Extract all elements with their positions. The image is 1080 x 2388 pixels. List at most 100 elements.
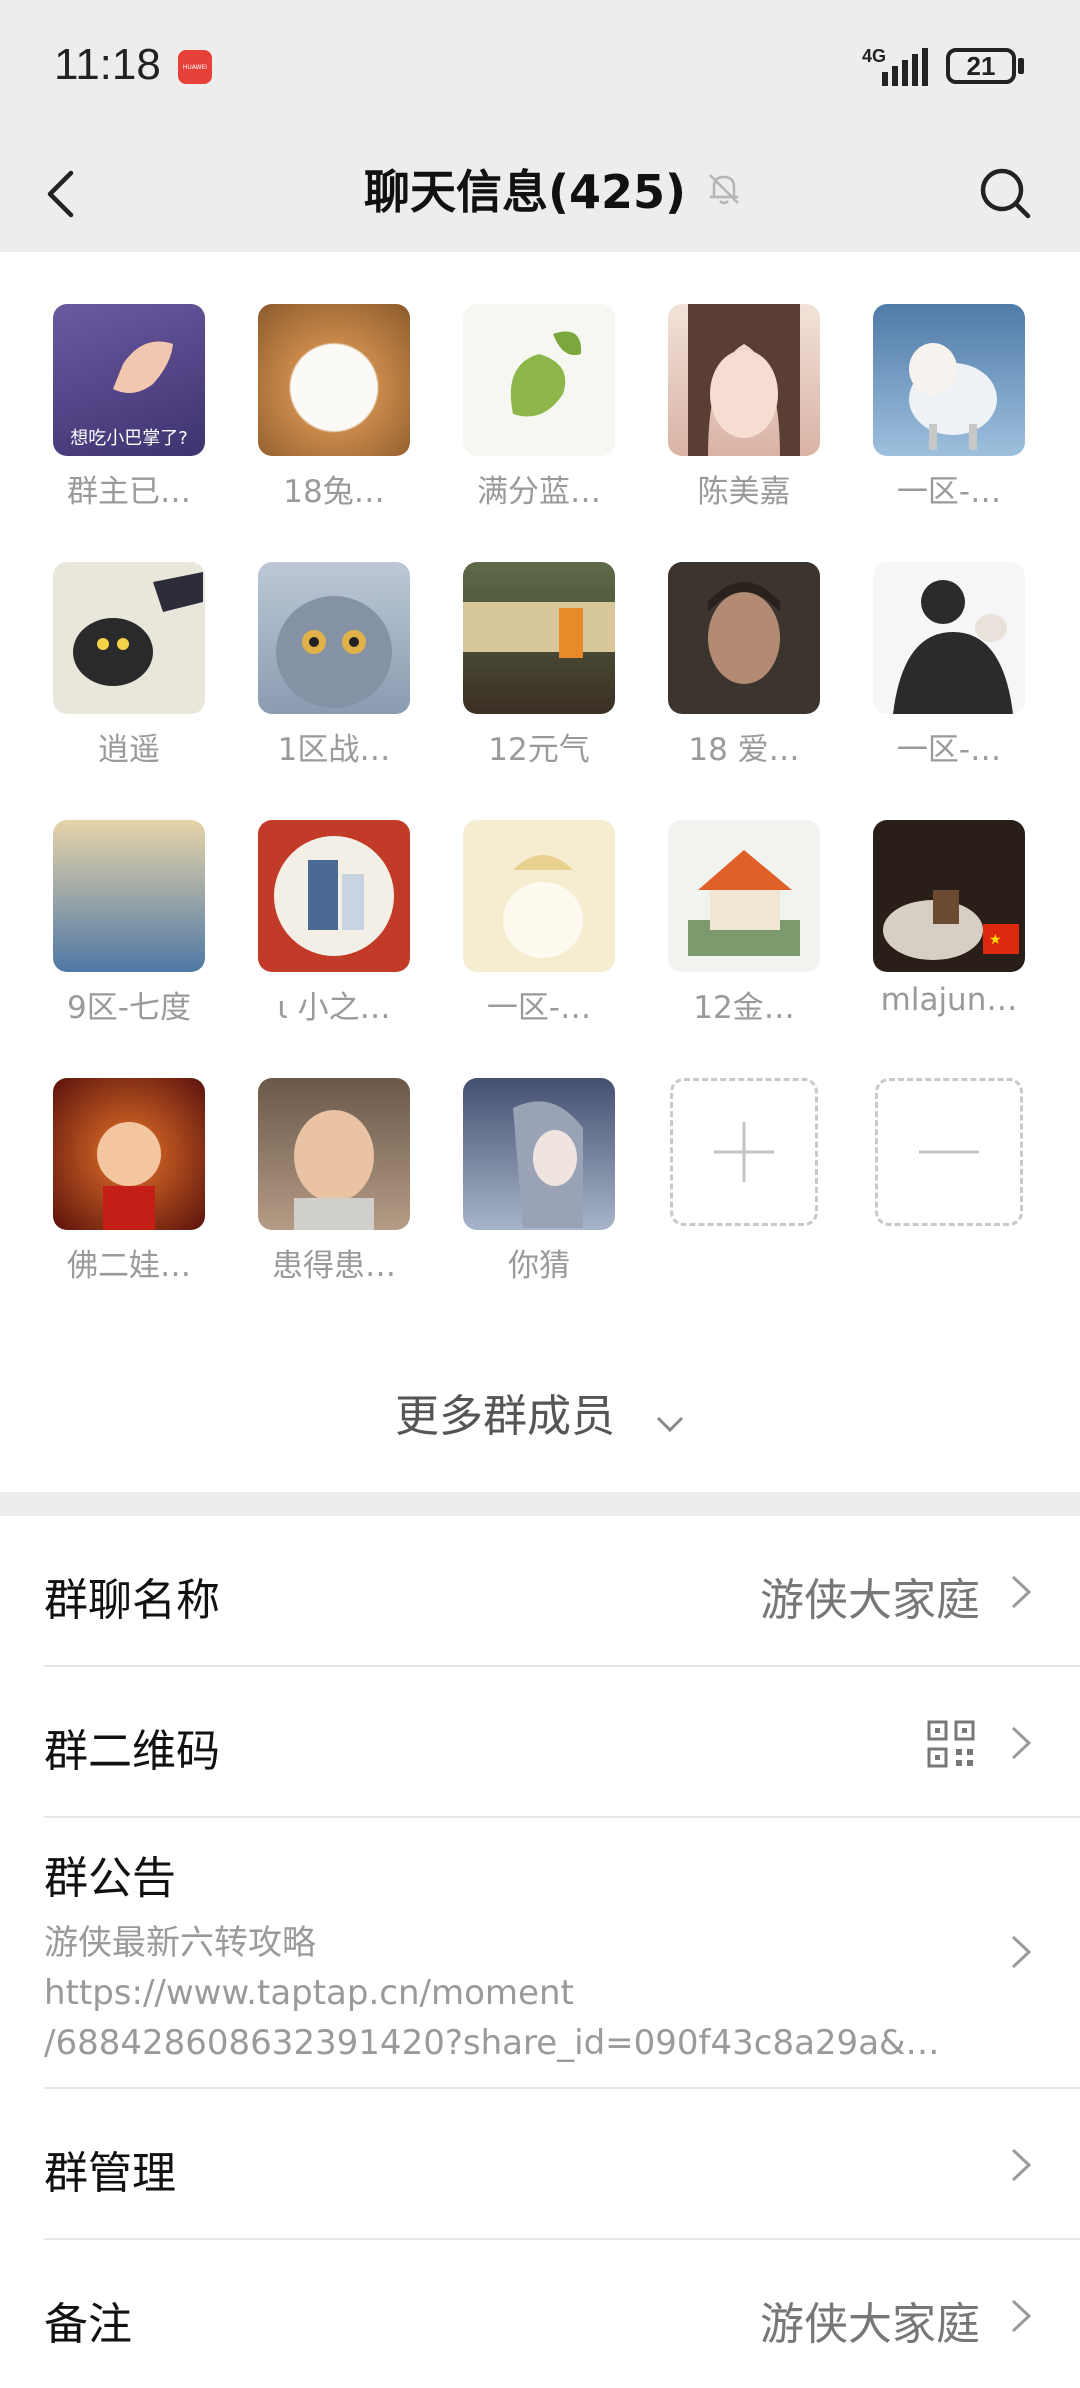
member-item[interactable]: 想吃小巴掌了? 群主已…: [44, 304, 214, 511]
group-name-value: 游侠大家庭: [760, 1575, 980, 1626]
avatar-car-image: [463, 602, 615, 658]
avatar: [463, 562, 615, 714]
member-item[interactable]: 1区战…: [249, 562, 419, 769]
member-item[interactable]: 陈美嘉: [659, 304, 829, 511]
chevron-down-icon: [655, 1394, 685, 1445]
member-item[interactable]: 佛二娃…: [44, 1078, 214, 1285]
search-icon: [980, 168, 1031, 219]
avatar: [463, 304, 615, 456]
remove-member-box: [875, 1078, 1023, 1226]
avatar-bunny-image: [503, 855, 583, 958]
chevron-right-icon: [1011, 2299, 1032, 2333]
member-item[interactable]: 逍遥: [44, 562, 214, 769]
avatar-house-image: [688, 850, 800, 956]
member-name: 群主已…: [67, 474, 191, 510]
add-member-box: [670, 1078, 818, 1226]
avatar: [258, 304, 410, 456]
avatar-girl-image: [688, 304, 800, 456]
member-name: 18兔…: [283, 474, 385, 510]
qr-code-icon: [927, 1720, 975, 1768]
member-name: 患得患…: [272, 1248, 396, 1284]
avatar-cat-image: [276, 596, 392, 708]
member-item[interactable]: 一区-…: [864, 562, 1034, 769]
avatar-cartoon-image: [73, 572, 203, 686]
add-member-button[interactable]: [659, 1078, 829, 1226]
member-name: 逍遥: [98, 732, 160, 768]
member-name: 陈美嘉: [697, 474, 791, 510]
avatar-table-image: ★: [883, 890, 1019, 960]
group-notice-row[interactable]: 群公告 游侠最新六转攻略 https://www.taptap.cn/momen…: [0, 1818, 1080, 2088]
group-manage-row[interactable]: 群管理: [0, 2089, 1080, 2239]
member-name: 满分蓝…: [477, 474, 601, 510]
status-time: 11:18: [54, 40, 161, 89]
member-item[interactable]: 18兔…: [249, 304, 419, 511]
member-item[interactable]: 12金…: [659, 820, 829, 1027]
avatar: [873, 562, 1025, 714]
member-item[interactable]: 你猜: [454, 1078, 624, 1285]
member-name: ι 小之…: [277, 990, 391, 1026]
avatar: ★: [873, 820, 1025, 972]
signal-icon: [882, 48, 928, 86]
huawei-app-icon: HUAWEI: [178, 50, 212, 84]
plus-icon: [714, 1122, 774, 1182]
status-bar: 11:18 HUAWEI 4G 21: [0, 0, 1080, 134]
avatar: [463, 820, 615, 972]
avatar-anime-image: [513, 1101, 583, 1228]
member-name: 9区-七度: [67, 990, 191, 1026]
chevron-right-icon: [1011, 2148, 1032, 2182]
notice-line-1: 游侠最新六转攻略: [44, 1923, 316, 1963]
remove-member-button[interactable]: [864, 1078, 1034, 1226]
member-name: 12元气: [488, 732, 590, 768]
remark-label: 备注: [44, 2299, 132, 2350]
qr-code-row[interactable]: 群二维码: [0, 1667, 1080, 1817]
back-button[interactable]: [30, 154, 90, 234]
remark-row[interactable]: 备注 游侠大家庭: [0, 2240, 1080, 2388]
avatar: [258, 820, 410, 972]
battery-tip: [1018, 58, 1024, 74]
member-item[interactable]: 满分蓝…: [454, 304, 624, 511]
member-item[interactable]: ι 小之…: [249, 820, 419, 1027]
group-name-row[interactable]: 群聊名称 游侠大家庭: [0, 1516, 1080, 1666]
member-item[interactable]: 18 爱…: [659, 562, 829, 769]
remark-value: 游侠大家庭: [760, 2299, 980, 2350]
more-members-label: 更多群成员: [395, 1391, 615, 1442]
page-title-wrap: 聊天信息(425): [364, 156, 744, 222]
member-name: 一区-…: [896, 474, 1002, 510]
avatar-caption: 想吃小巴掌了?: [70, 428, 188, 449]
member-item[interactable]: 患得患…: [249, 1078, 419, 1285]
member-name: 18 爱…: [688, 732, 800, 768]
chevron-left-icon: [47, 170, 74, 218]
battery-level: 21: [966, 50, 996, 81]
avatar-baby-image: [294, 1110, 374, 1230]
member-item[interactable]: ★ mlajun…: [864, 820, 1034, 1018]
member-item[interactable]: 9区-七度: [44, 820, 214, 1027]
svg-text:★: ★: [989, 932, 1002, 948]
chevron-right-icon: [1011, 1726, 1032, 1760]
avatar-man-cat-image: [893, 580, 1013, 714]
section-divider: [0, 1492, 1080, 1516]
member-name: 佛二娃…: [67, 1248, 191, 1284]
member-item[interactable]: 一区-…: [454, 820, 624, 1027]
minus-icon: [919, 1150, 979, 1154]
member-name: 一区-…: [486, 990, 592, 1026]
group-name-label: 群聊名称: [44, 1575, 220, 1626]
member-name: 12金…: [693, 990, 795, 1026]
avatar: [463, 1078, 615, 1230]
avatar: [258, 1078, 410, 1230]
avatar-child-image: [97, 1122, 161, 1230]
avatar: [668, 820, 820, 972]
member-item[interactable]: 一区-…: [864, 304, 1034, 511]
search-button[interactable]: [970, 158, 1040, 228]
chevron-right-icon: [1011, 1575, 1032, 1609]
more-members-button[interactable]: 更多群成员: [0, 1380, 1080, 1445]
notice-line-2: https://www.taptap.cn/moment: [44, 1973, 574, 2013]
avatar-sheep-image: [909, 343, 997, 450]
member-name: mlajun…: [880, 982, 1018, 1018]
member-name: 你猜: [508, 1248, 570, 1284]
avatar-portrait-image: [708, 582, 780, 684]
page-title: 聊天信息(425): [364, 165, 687, 219]
battery-icon: 21: [946, 48, 1016, 84]
avatar-leaf-image: [510, 331, 582, 417]
bell-off-icon: [709, 174, 739, 205]
member-item[interactable]: 12元气: [454, 562, 624, 769]
